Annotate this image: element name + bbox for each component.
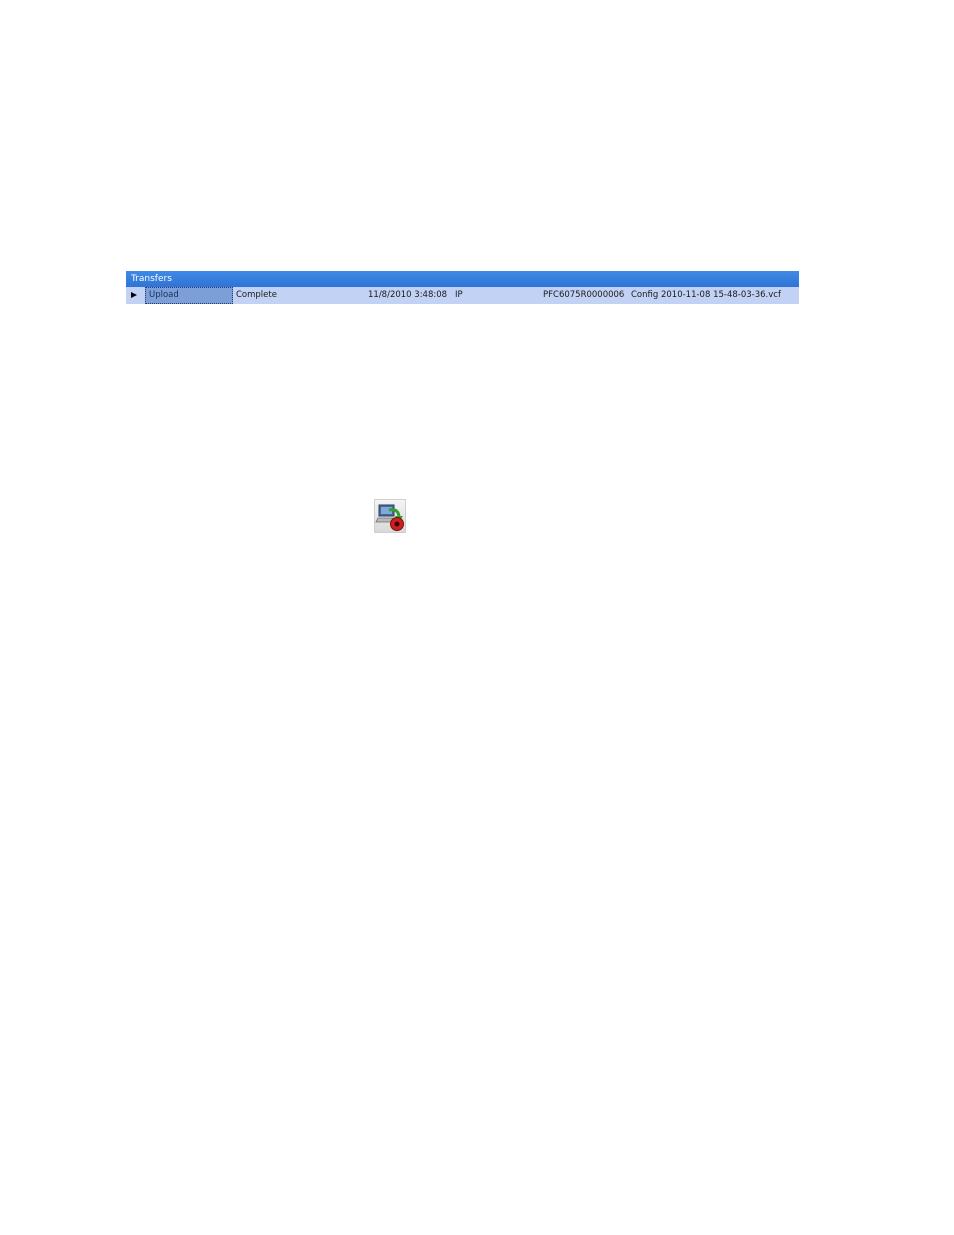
transfer-filename-cell: Config 2010-11-08 15-48-03-36.vcf	[631, 290, 781, 300]
transfers-panel: Transfers Upload Complete 11/8/2010 3:48…	[126, 271, 799, 306]
transfer-status-cell: Complete	[236, 290, 277, 300]
transfers-header: Transfers	[126, 271, 799, 287]
transfer-datetime-cell: 11/8/2010 3:48:08	[368, 290, 448, 300]
transfer-connection-cell: IP	[455, 290, 463, 300]
table-row[interactable]: Upload Complete 11/8/2010 3:48:08 IP PFC…	[126, 287, 799, 304]
row-pointer-icon	[131, 292, 137, 298]
transfers-title: Transfers	[131, 274, 172, 284]
transfer-type-cell[interactable]: Upload	[145, 287, 233, 304]
upload-to-device-icon	[375, 504, 404, 531]
upload-button[interactable]	[374, 499, 406, 533]
transfer-device-cell: PFC6075R0000006	[543, 290, 625, 300]
